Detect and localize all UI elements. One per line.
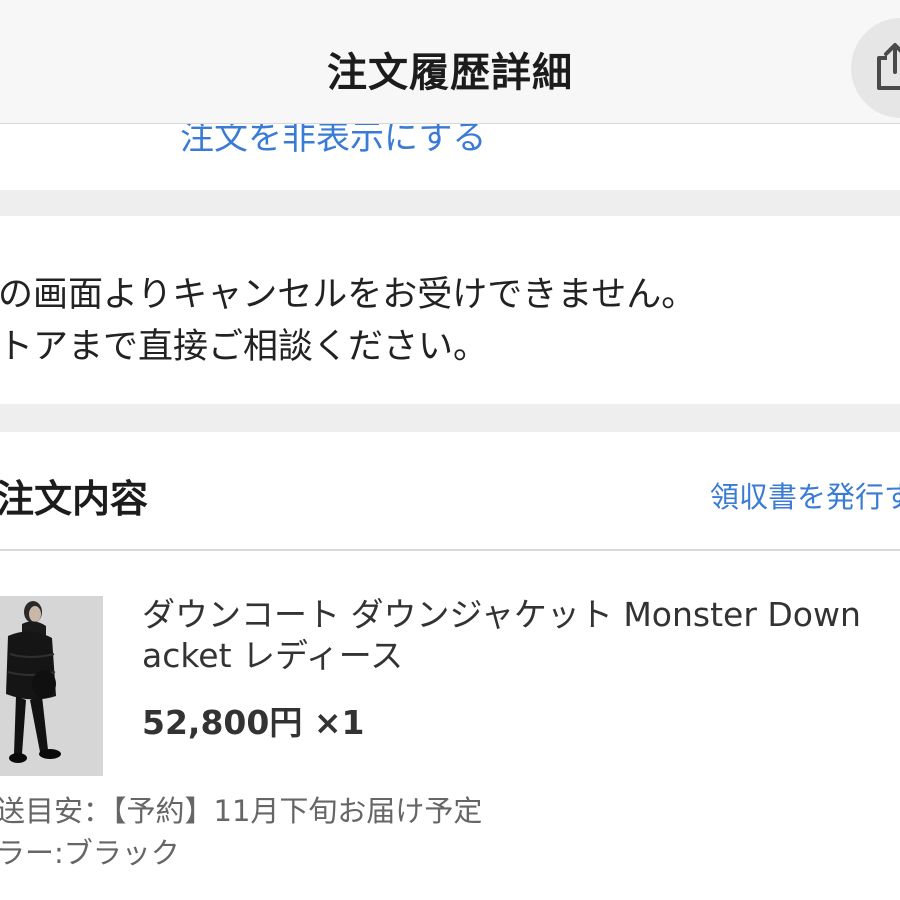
- cancel-notice: の画面よりキャンセルをお受けできません。 トアまで直接ご相談ください。: [0, 216, 900, 404]
- product-color: ラー:ブラック: [0, 836, 180, 870]
- hide-order-link[interactable]: 注文を非表示にする: [180, 124, 486, 159]
- nav-header: 注文履歴詳細: [0, 0, 900, 124]
- issue-receipt-link[interactable]: 領収書を発行す: [710, 474, 900, 516]
- order-detail-page: 注文履歴詳細 注文を非表示にする の画面よりキャンセルをお受けできません。 トア…: [0, 0, 900, 900]
- share-button[interactable]: [851, 18, 900, 118]
- product-photo: [0, 596, 103, 776]
- order-content-section: 注文内容 領収書を発行す ダウンコート ダウンジャケット Monster Dow…: [0, 432, 900, 900]
- product-name-line2: acket レディース: [142, 636, 404, 675]
- delivery-estimate: 送目安：【予約】11月下旬お届け予定: [0, 794, 483, 828]
- section-gap: [0, 190, 900, 216]
- order-content-title: 注文内容: [0, 477, 149, 521]
- quantity-value: ×1: [313, 703, 365, 742]
- section-gap: [0, 404, 900, 432]
- product-image[interactable]: [0, 596, 103, 776]
- price-value: 52,800円: [142, 703, 303, 742]
- share-icon: [877, 43, 900, 90]
- cancel-notice-line2: トアまで直接ご相談ください。: [0, 327, 489, 367]
- product-name-line1: ダウンコート ダウンジャケット Monster Down: [142, 595, 861, 634]
- hide-order-row: 注文を非表示にする: [0, 124, 900, 190]
- page-title: 注文履歴詳細: [327, 50, 573, 96]
- product-price: 52,800円 ×1: [142, 696, 364, 744]
- divider: [0, 549, 900, 551]
- product-name[interactable]: ダウンコート ダウンジャケット Monster Down acket レディース: [142, 594, 900, 676]
- cancel-notice-line1: の画面よりキャンセルをお受けできません。: [0, 275, 697, 315]
